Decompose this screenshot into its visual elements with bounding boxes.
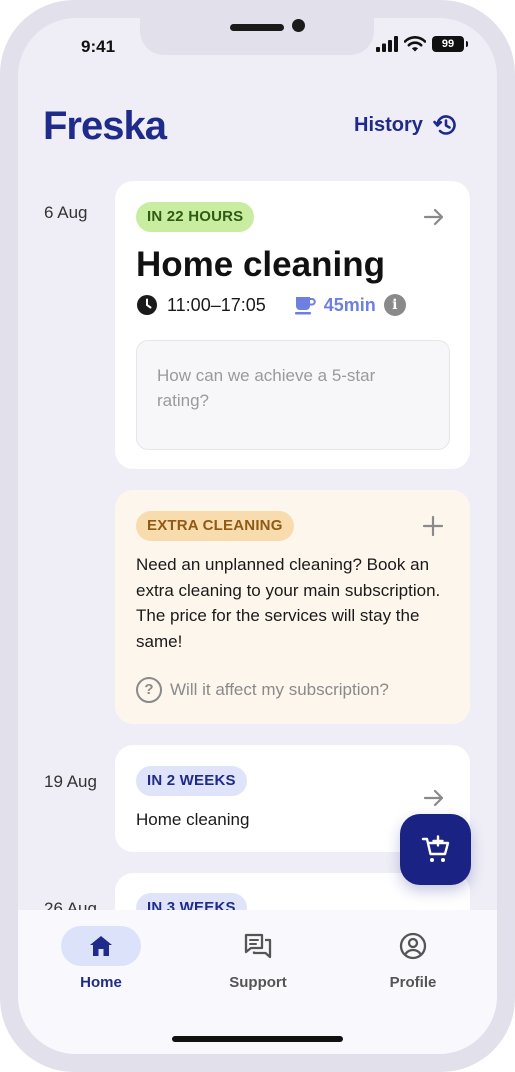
tab-home[interactable]: Home [41, 926, 161, 991]
chat-icon [244, 933, 272, 959]
bottom-tab-bar: Home Support Profile [18, 910, 497, 1054]
question-icon: ? [136, 677, 162, 703]
home-icon [90, 936, 112, 956]
subscription-faq-link[interactable]: ? Will it affect my subscription? [136, 677, 389, 703]
arrow-right-icon[interactable] [422, 205, 446, 229]
wifi-icon [404, 36, 426, 52]
cart-plus-icon [421, 834, 449, 862]
booking-badge: IN 2 WEEKS [136, 766, 247, 796]
tab-support-icon-wrap [218, 926, 298, 966]
booking-time-range: 11:00–17:05 [167, 294, 266, 315]
home-indicator[interactable] [172, 1036, 343, 1042]
booking-title: Home cleaning [136, 245, 385, 284]
history-button[interactable]: History [354, 112, 459, 138]
booking-date: 19 Aug [44, 772, 97, 791]
status-icons: 99 [376, 36, 468, 52]
plus-icon[interactable] [421, 514, 445, 538]
extra-cleaning-card[interactable]: EXTRA CLEANING Need an unplanned cleanin… [115, 490, 470, 724]
notch-camera [292, 19, 305, 32]
notch-speaker [230, 24, 284, 31]
booking-date: 6 Aug [44, 203, 88, 222]
booking-title: Home cleaning [136, 810, 250, 829]
tab-home-icon-wrap [61, 926, 141, 966]
booking-badge: IN 22 HOURS [136, 202, 255, 232]
extra-cleaning-badge: EXTRA CLEANING [136, 511, 294, 541]
history-label: History [354, 113, 423, 136]
info-icon[interactable]: i [383, 294, 406, 316]
signal-icon [376, 36, 398, 52]
break-duration-value: 45min [323, 294, 376, 315]
notch [140, 18, 374, 55]
arrow-right-icon[interactable] [422, 786, 446, 810]
break-duration: 45min [294, 295, 376, 316]
coffee-cup-icon [294, 297, 316, 315]
history-icon [433, 115, 456, 135]
add-extra-cleaning-button[interactable] [400, 814, 471, 885]
extra-cleaning-text: Need an unplanned cleaning? Book an extr… [136, 555, 441, 651]
tab-profile-label: Profile [389, 974, 437, 991]
battery-icon: 99 [432, 36, 468, 52]
faq-link-label: Will it affect my subscription? [170, 680, 389, 699]
tab-support[interactable]: Support [198, 926, 318, 991]
tab-profile[interactable]: Profile [353, 926, 473, 991]
tab-support-label: Support [229, 974, 287, 991]
app-screen: 9:41 99 Freska History 6 Aug IN 22 HOURS [18, 18, 497, 1054]
booking-time-row: 11:00–17:05 45min i [136, 294, 406, 316]
app-logo: Freska [43, 104, 167, 148]
status-time: 9:41 [81, 37, 116, 56]
clock-icon [137, 295, 157, 315]
tab-home-label: Home [80, 974, 122, 991]
tab-profile-icon-wrap [373, 926, 453, 966]
profile-icon [399, 932, 427, 960]
feedback-input[interactable]: How can we achieve a 5-star rating? [136, 340, 450, 450]
booking-card[interactable]: IN 22 HOURS Home cleaning 11:00–17:05 45… [115, 181, 470, 469]
